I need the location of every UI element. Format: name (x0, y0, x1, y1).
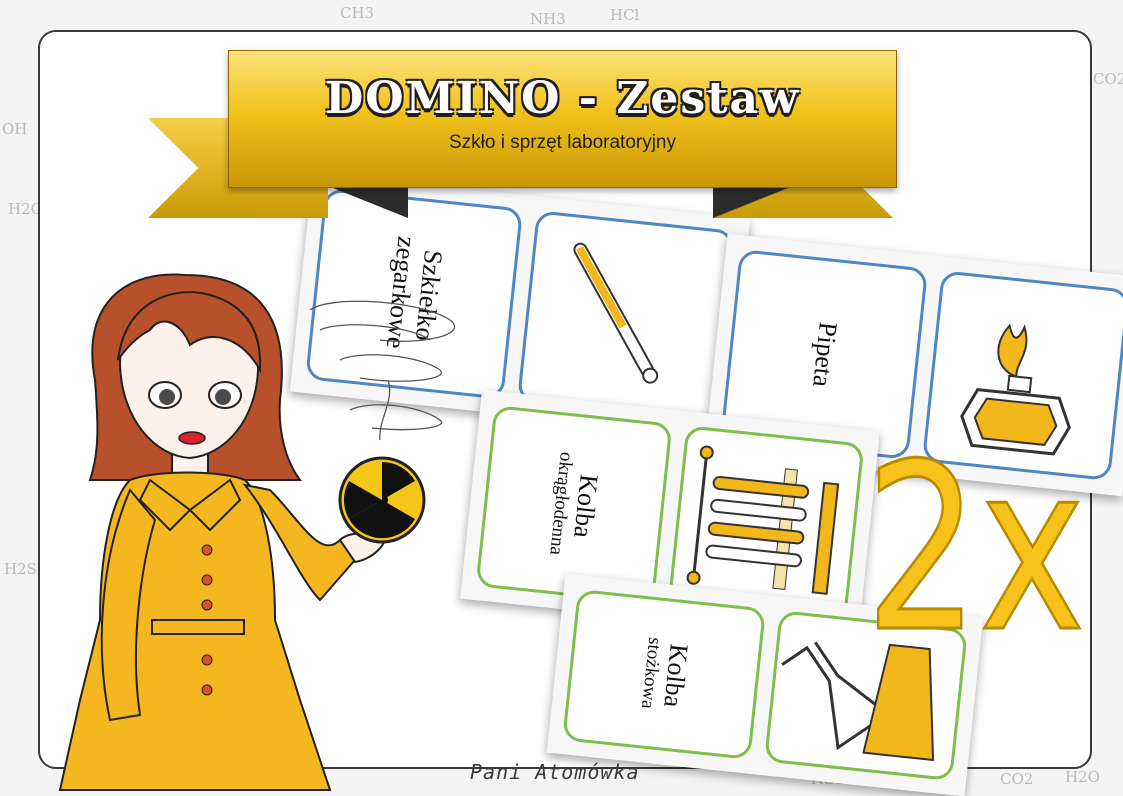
multiplier-label: 2x (864, 416, 1087, 683)
thermometer-icon (573, 242, 659, 384)
author-signature: Pani Atomówka (470, 760, 640, 784)
card-word: Kolba stożkowa (635, 636, 693, 713)
card-word-half: Kolba stożkowa (562, 588, 766, 760)
formula-text: NH3 (530, 10, 566, 28)
card-word-line-1: Pipeta (806, 320, 843, 389)
radiation-icon (338, 456, 426, 544)
formula-text: HCl (610, 6, 640, 24)
formula-text: CO2 (1000, 770, 1034, 788)
formula-text: CO2 (1093, 70, 1123, 88)
card-word: Kolba okrągłodenna (544, 451, 605, 559)
formula-text: H2O (1065, 768, 1100, 786)
scientist-illustration (58, 273, 456, 791)
card-word: Pipeta (806, 320, 843, 389)
smoke-icon (309, 300, 456, 441)
card-image-half (516, 210, 735, 423)
